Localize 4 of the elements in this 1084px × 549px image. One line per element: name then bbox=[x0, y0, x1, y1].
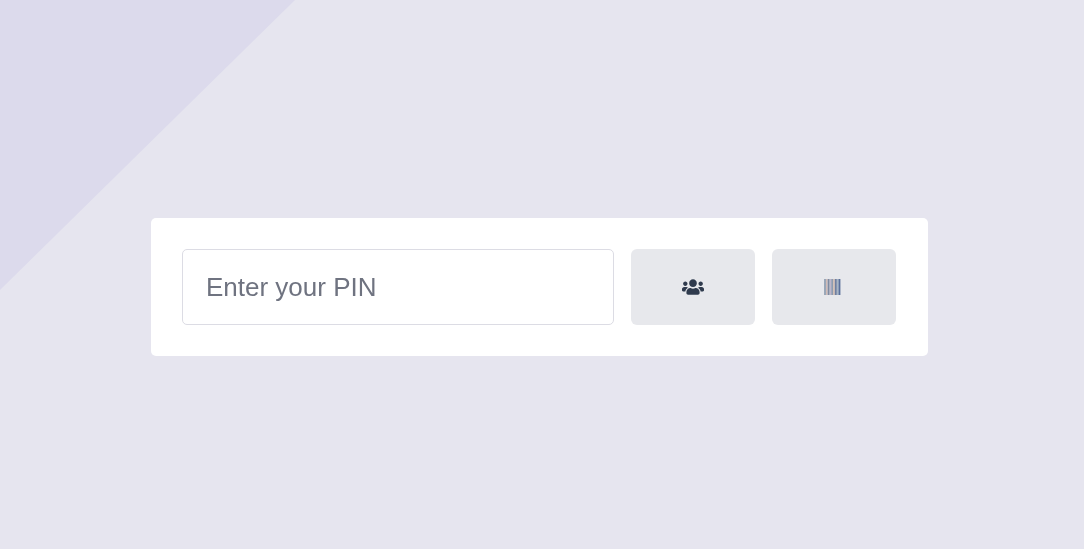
users-icon bbox=[682, 276, 704, 298]
barcode-button[interactable] bbox=[772, 249, 896, 325]
pin-field[interactable]: Enter your PIN bbox=[182, 249, 614, 325]
users-button[interactable] bbox=[631, 249, 755, 325]
